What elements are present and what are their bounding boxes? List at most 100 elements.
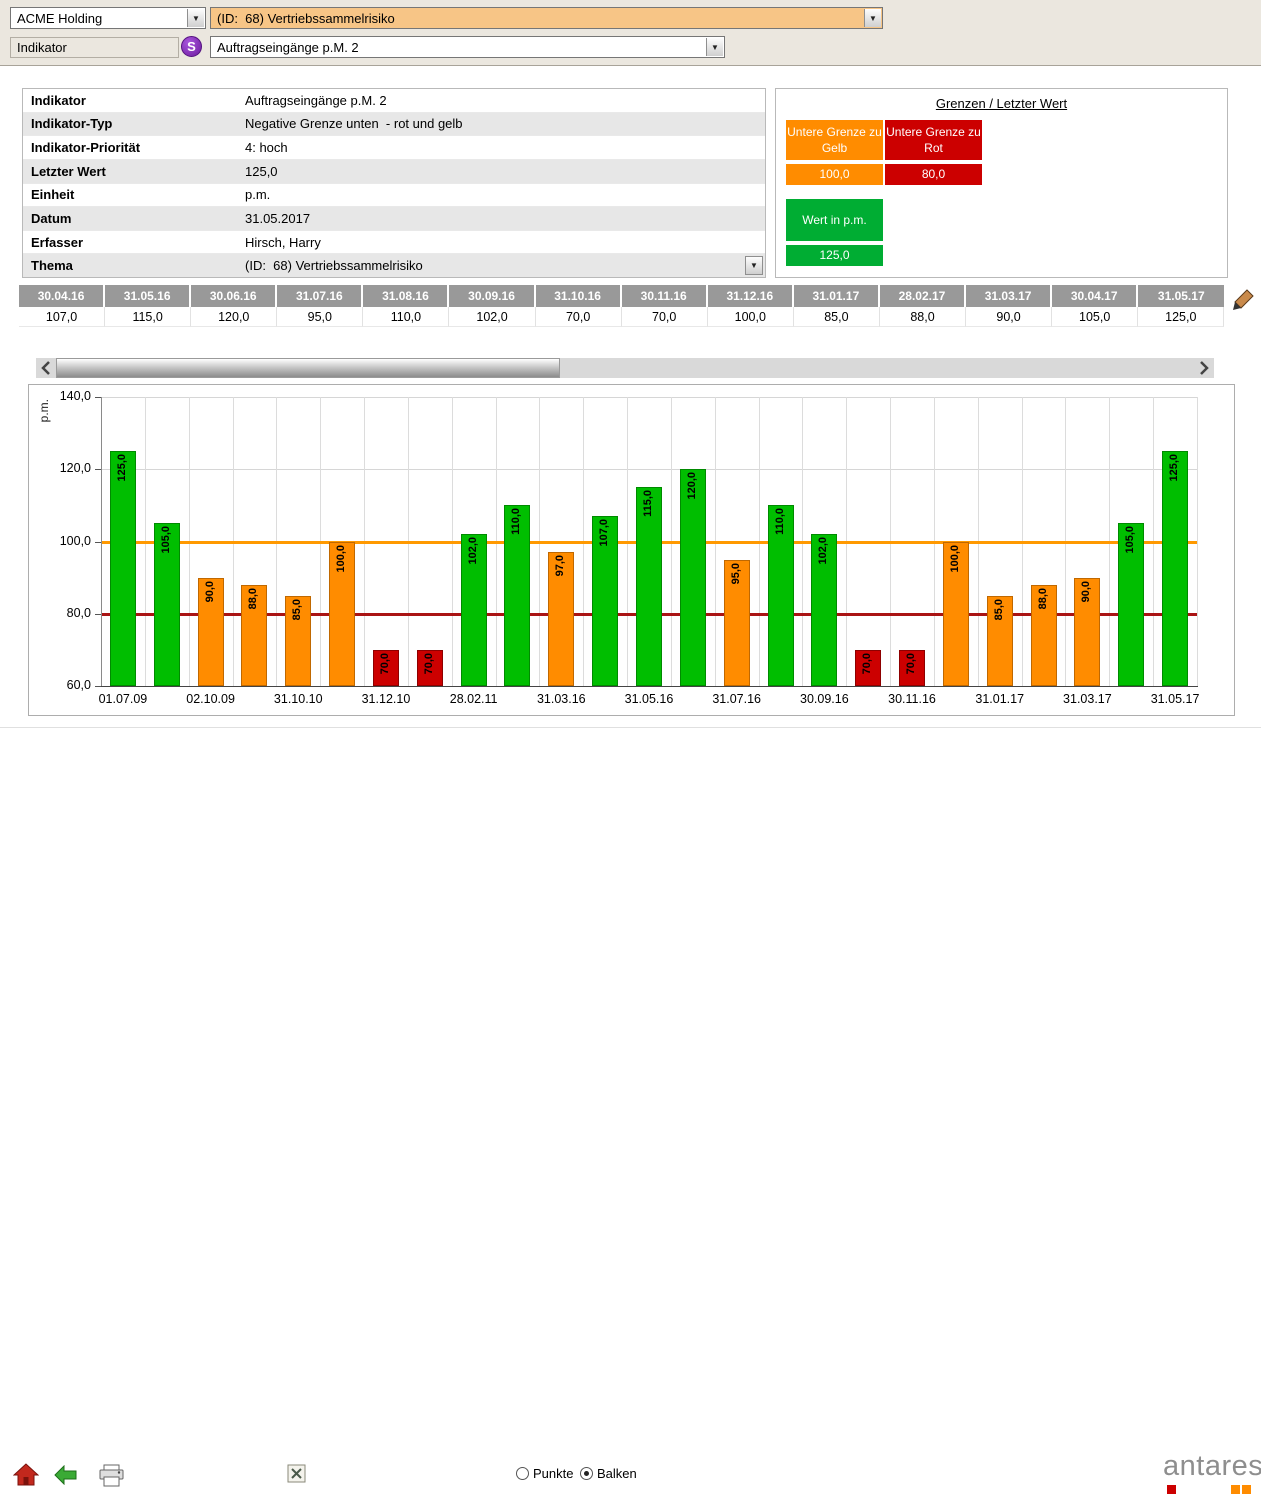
history-column: 31.08.16 110,0 xyxy=(363,285,450,327)
history-column: 31.12.16 100,0 xyxy=(707,285,794,327)
print-button[interactable] xyxy=(98,1464,125,1492)
history-date-cell: 28.02.17 xyxy=(879,285,967,307)
home-button[interactable] xyxy=(12,1463,40,1492)
x-axis-tick-label: 01.07.09 xyxy=(98,692,148,706)
indicator-select-value: Auftragseingänge p.M. 2 xyxy=(217,39,359,55)
bar-value-label: 97,0 xyxy=(554,555,567,577)
bar-value-label: 70,0 xyxy=(422,652,435,675)
x-box-icon xyxy=(287,1464,306,1483)
y-tick-label: 100,0 xyxy=(59,533,91,548)
info-row-label: Indikator-Typ xyxy=(31,116,113,132)
radio-balken-label[interactable]: Balken xyxy=(597,1466,637,1481)
chart-bar xyxy=(1162,451,1189,686)
x-axis-tick-label: 30.11.16 xyxy=(888,692,936,706)
info-row-value: (ID: 68) Vertriebssammelrisiko xyxy=(245,258,423,274)
info-row-value: p.m. xyxy=(245,187,271,203)
top-toolbar: ACME Holding ▼ (ID: 68) Vertriebssammelr… xyxy=(0,0,1261,66)
history-value-cell: 95,0 xyxy=(277,307,364,327)
bar-value-label: 88,0 xyxy=(247,587,260,610)
bar-value-label: 100,0 xyxy=(948,544,961,573)
info-row-label: Letzter Wert xyxy=(31,163,106,179)
y-tick-label: 120,0 xyxy=(59,461,91,476)
export-button[interactable] xyxy=(286,1462,307,1490)
chart-bar xyxy=(679,469,706,686)
bar-value-label: 85,0 xyxy=(291,598,304,621)
history-value-cell: 90,0 xyxy=(966,307,1053,327)
info-row: Thema (ID: 68) Vertriebssammelrisiko ▼ xyxy=(23,254,765,277)
history-value-cell: 85,0 xyxy=(793,307,880,327)
scroll-right-icon[interactable] xyxy=(1194,358,1214,378)
history-column: 31.10.16 70,0 xyxy=(535,285,622,327)
printer-icon xyxy=(99,1464,124,1487)
y-tick-label: 60,0 xyxy=(66,678,91,692)
x-axis-tick-label: 31.01.17 xyxy=(975,692,1025,706)
radio-punkte-label[interactable]: Punkte xyxy=(533,1466,573,1481)
history-date-cell: 30.11.16 xyxy=(621,285,708,307)
history-date-cell: 31.12.16 xyxy=(707,285,794,307)
indikator-label: Indikator xyxy=(10,37,179,58)
bar-value-label: 90,0 xyxy=(203,580,216,603)
company-select-value: ACME Holding xyxy=(17,10,103,26)
history-column: 30.04.16 107,0 xyxy=(19,285,106,327)
scroll-left-icon[interactable] xyxy=(36,358,56,378)
indicator-s-icon[interactable]: S xyxy=(181,36,202,57)
logo-square-2 xyxy=(1231,1485,1240,1494)
chart-scrollbar[interactable] xyxy=(36,358,1214,378)
yellow-limit-value: 100,0 xyxy=(786,164,883,185)
risk-select[interactable]: (ID: 68) Vertriebssammelrisiko ▼ xyxy=(210,7,883,29)
indicator-info-table: Indikator Auftragseingänge p.M. 2 Indikato… xyxy=(22,88,766,278)
radio-punkte[interactable] xyxy=(516,1467,529,1480)
info-row-label: Einheit xyxy=(31,187,75,203)
info-row-label: Indikator-Priorität xyxy=(31,140,141,156)
history-column: 31.01.17 85,0 xyxy=(793,285,880,327)
history-date-cell: 31.07.16 xyxy=(277,285,364,307)
info-row-label: Indikator xyxy=(31,92,86,108)
scrollbar-thumb[interactable] xyxy=(56,358,560,378)
home-icon xyxy=(12,1463,40,1486)
history-date-cell: 30.04.17 xyxy=(1052,285,1139,307)
info-row-label: Datum xyxy=(31,210,72,226)
history-date-cell: 31.01.17 xyxy=(793,285,880,307)
bar-value-label: 70,0 xyxy=(378,652,391,675)
bar-value-label: 125,0 xyxy=(115,454,128,482)
history-value-cell: 102,0 xyxy=(449,307,536,327)
chevron-down-icon[interactable]: ▼ xyxy=(864,9,881,27)
red-limit-value: 80,0 xyxy=(885,164,982,185)
x-axis-tick-label: 31.07.16 xyxy=(712,692,761,706)
radio-balken[interactable] xyxy=(580,1467,593,1480)
history-value-cell: 105,0 xyxy=(1052,307,1139,327)
back-button[interactable] xyxy=(54,1464,77,1490)
current-value-header: Wert in p.m. xyxy=(786,199,883,241)
x-axis-tick-label: 31.03.16 xyxy=(536,692,586,706)
limits-panel-title: Grenzen / Letzter Wert xyxy=(935,96,1068,111)
company-select[interactable]: ACME Holding ▼ xyxy=(10,7,206,29)
history-date-cell: 30.06.16 xyxy=(191,285,278,307)
history-value-cell: 125,0 xyxy=(1138,307,1225,327)
history-date-cell: 31.05.17 xyxy=(1138,285,1225,307)
info-row-value: Negative Grenze unten - rot und gelb xyxy=(245,116,463,132)
info-row: Erfasser Hirsch, Harry xyxy=(23,230,765,255)
y-tick-label: 140,0 xyxy=(59,389,91,403)
history-column: 31.07.16 95,0 xyxy=(277,285,364,327)
info-row: Indikator-Priorität 4: hoch xyxy=(23,136,765,160)
chevron-down-icon[interactable]: ▼ xyxy=(706,38,723,56)
chevron-down-icon[interactable]: ▼ xyxy=(187,9,204,27)
bar-value-label: 100,0 xyxy=(335,544,348,573)
history-date-cell: 31.05.16 xyxy=(105,285,192,307)
x-axis-tick-label: 31.05.16 xyxy=(624,692,674,706)
thema-dropdown-icon[interactable]: ▼ xyxy=(745,256,763,275)
red-limit-header: Untere Grenze zu Rot xyxy=(885,120,982,160)
history-column: 30.06.16 120,0 xyxy=(191,285,278,327)
plot-top-border xyxy=(101,397,1197,398)
limits-panel: Grenzen / Letzter Wert Untere Grenze zu … xyxy=(775,88,1228,278)
x-axis-tick-label: 31.12.10 xyxy=(361,692,411,706)
bar-value-label: 120,0 xyxy=(685,472,698,500)
h-gridline xyxy=(101,469,1197,471)
back-arrow-icon xyxy=(54,1464,77,1486)
edit-pencil-icon[interactable] xyxy=(1231,288,1255,312)
indicator-select[interactable]: Auftragseingänge p.M. 2 ▼ xyxy=(210,36,725,58)
x-axis-line xyxy=(101,686,1198,687)
info-row-value: 31.05.2017 xyxy=(245,210,311,226)
bar-value-label: 95,0 xyxy=(729,562,742,584)
history-column: 28.02.17 88,0 xyxy=(879,285,967,327)
